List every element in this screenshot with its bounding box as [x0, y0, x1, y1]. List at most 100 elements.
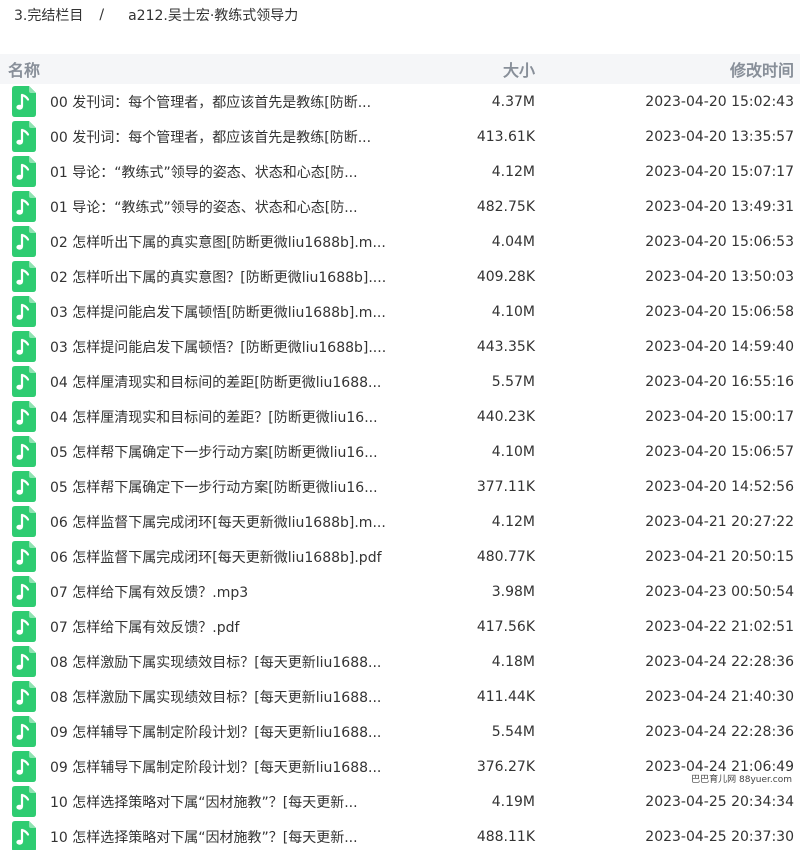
file-modified-time: 2023-04-20 13:50:03	[645, 268, 794, 285]
file-size: 5.54M	[491, 723, 535, 740]
file-name[interactable]: 07 怎样给下属有效反馈？.mp3	[50, 582, 400, 602]
file-name[interactable]: 03 怎样提问能启发下属顿悟？[防断更微liu1688b]....	[50, 337, 400, 357]
music-file-icon	[12, 786, 36, 817]
file-modified-time: 2023-04-21 20:27:22	[645, 513, 794, 530]
file-size: 3.98M	[491, 583, 535, 600]
file-size: 4.12M	[491, 163, 535, 180]
file-size: 376.27K	[476, 758, 535, 775]
file-row[interactable]: 06 怎样监督下属完成闭环[每天更新微liu1688b].pdf 480.77K…	[0, 539, 800, 574]
file-name[interactable]: 02 怎样听出下属的真实意图？[防断更微liu1688b]....	[50, 267, 400, 287]
file-modified-time: 2023-04-20 15:00:17	[645, 408, 794, 425]
file-name[interactable]: 10 怎样选择策略对下属“因材施教”？[每天更新...	[50, 827, 400, 847]
file-modified-time: 2023-04-20 15:06:53	[645, 233, 794, 250]
file-modified-time: 2023-04-20 15:06:57	[645, 443, 794, 460]
file-row[interactable]: 08 怎样激励下属实现绩效目标？[每天更新liu1688... 4.18M 20…	[0, 644, 800, 679]
file-row[interactable]: 02 怎样听出下属的真实意图[防断更微liu1688b].m... 4.04M …	[0, 224, 800, 259]
music-file-icon	[12, 681, 36, 712]
music-file-icon	[12, 366, 36, 397]
file-size: 443.35K	[476, 338, 535, 355]
file-modified-time: 2023-04-20 15:06:58	[645, 303, 794, 320]
breadcrumb-separator: /	[99, 7, 105, 23]
file-row[interactable]: 06 怎样监督下属完成闭环[每天更新微liu1688b].m... 4.12M …	[0, 504, 800, 539]
file-row[interactable]: 03 怎样提问能启发下属顿悟[防断更微liu1688b].m... 4.10M …	[0, 294, 800, 329]
file-modified-time: 2023-04-24 21:40:30	[645, 688, 794, 705]
column-header-name[interactable]: 名称	[8, 57, 40, 81]
file-name[interactable]: 00 发刊词：每个管理者，都应该首先是教练[防断...	[50, 92, 400, 112]
file-name[interactable]: 03 怎样提问能启发下属顿悟[防断更微liu1688b].m...	[50, 302, 400, 322]
file-name[interactable]: 04 怎样厘清现实和目标间的差距？[防断更微liu16...	[50, 407, 400, 427]
file-modified-time: 2023-04-22 21:02:51	[645, 618, 794, 635]
file-row[interactable]: 07 怎样给下属有效反馈？.pdf 417.56K 2023-04-22 21:…	[0, 609, 800, 644]
file-row[interactable]: 10 怎样选择策略对下属“因材施教”？[每天更新... 4.19M 2023-0…	[0, 784, 800, 819]
music-file-icon	[12, 121, 36, 152]
file-modified-time: 2023-04-20 14:59:40	[645, 338, 794, 355]
file-name[interactable]: 02 怎样听出下属的真实意图[防断更微liu1688b].m...	[50, 232, 400, 252]
file-row[interactable]: 08 怎样激励下属实现绩效目标？[每天更新liu1688... 411.44K …	[0, 679, 800, 714]
file-name[interactable]: 07 怎样给下属有效反馈？.pdf	[50, 617, 400, 637]
file-modified-time: 2023-04-24 21:06:49	[645, 758, 794, 775]
column-header-size[interactable]: 大小	[503, 57, 535, 81]
file-name[interactable]: 09 怎样辅导下属制定阶段计划？[每天更新liu1688...	[50, 722, 400, 742]
music-file-icon	[12, 541, 36, 572]
file-name[interactable]: 08 怎样激励下属实现绩效目标？[每天更新liu1688...	[50, 652, 400, 672]
music-file-icon	[12, 716, 36, 747]
file-row[interactable]: 02 怎样听出下属的真实意图？[防断更微liu1688b].... 409.28…	[0, 259, 800, 294]
file-size: 4.10M	[491, 443, 535, 460]
file-row[interactable]: 05 怎样帮下属确定下一步行动方案[防断更微liu16... 4.10M 202…	[0, 434, 800, 469]
file-row[interactable]: 04 怎样厘清现实和目标间的差距？[防断更微liu16... 440.23K 2…	[0, 399, 800, 434]
file-row[interactable]: 01 导论：“教练式”领导的姿态、状态和心态[防... 4.12M 2023-0…	[0, 154, 800, 189]
file-row[interactable]: 09 怎样辅导下属制定阶段计划？[每天更新liu1688... 376.27K …	[0, 749, 800, 784]
file-modified-time: 2023-04-25 20:34:34	[645, 793, 794, 810]
file-row[interactable]: 10 怎样选择策略对下属“因材施教”？[每天更新... 488.11K 2023…	[0, 819, 800, 850]
file-size: 482.75K	[476, 198, 535, 215]
file-name[interactable]: 06 怎样监督下属完成闭环[每天更新微liu1688b].m...	[50, 512, 400, 532]
file-size: 377.11K	[476, 478, 535, 495]
breadcrumb-parent[interactable]: 3.完结栏目	[0, 5, 83, 25]
music-file-icon	[12, 86, 36, 117]
music-file-icon	[12, 611, 36, 642]
file-modified-time: 2023-04-24 22:28:36	[645, 723, 794, 740]
column-header-modified[interactable]: 修改时间	[730, 57, 794, 81]
file-name[interactable]: 04 怎样厘清现实和目标间的差距[防断更微liu1688...	[50, 372, 400, 392]
file-size: 411.44K	[476, 688, 535, 705]
file-row[interactable]: 03 怎样提问能启发下属顿悟？[防断更微liu1688b].... 443.35…	[0, 329, 800, 364]
file-size: 480.77K	[476, 548, 535, 565]
file-size: 4.12M	[491, 513, 535, 530]
file-row[interactable]: 09 怎样辅导下属制定阶段计划？[每天更新liu1688... 5.54M 20…	[0, 714, 800, 749]
file-row[interactable]: 01 导论：“教练式”领导的姿态、状态和心态[防... 482.75K 2023…	[0, 189, 800, 224]
music-file-icon	[12, 646, 36, 677]
file-row[interactable]: 00 发刊词：每个管理者，都应该首先是教练[防断... 413.61K 2023…	[0, 119, 800, 154]
file-size: 4.18M	[491, 653, 535, 670]
watermark: 巴巴育儿网 88yuer.com	[689, 774, 794, 786]
file-size: 4.37M	[491, 93, 535, 110]
file-name[interactable]: 09 怎样辅导下属制定阶段计划？[每天更新liu1688...	[50, 757, 400, 777]
file-row[interactable]: 04 怎样厘清现实和目标间的差距[防断更微liu1688... 5.57M 20…	[0, 364, 800, 399]
file-name[interactable]: 06 怎样监督下属完成闭环[每天更新微liu1688b].pdf	[50, 547, 400, 567]
file-name[interactable]: 01 导论：“教练式”领导的姿态、状态和心态[防...	[50, 197, 400, 217]
file-size: 440.23K	[476, 408, 535, 425]
file-size: 4.19M	[491, 793, 535, 810]
file-name[interactable]: 05 怎样帮下属确定下一步行动方案[防断更微liu16...	[50, 442, 400, 462]
file-name[interactable]: 00 发刊词：每个管理者，都应该首先是教练[防断...	[50, 127, 400, 147]
music-file-icon	[12, 506, 36, 537]
file-modified-time: 2023-04-20 16:55:16	[645, 373, 794, 390]
music-file-icon	[12, 191, 36, 222]
music-file-icon	[12, 401, 36, 432]
file-size: 4.04M	[491, 233, 535, 250]
file-name[interactable]: 10 怎样选择策略对下属“因材施教”？[每天更新...	[50, 792, 400, 812]
file-size: 5.57M	[491, 373, 535, 390]
file-row[interactable]: 05 怎样帮下属确定下一步行动方案[防断更微liu16... 377.11K 2…	[0, 469, 800, 504]
music-file-icon	[12, 821, 36, 850]
file-name[interactable]: 05 怎样帮下属确定下一步行动方案[防断更微liu16...	[50, 477, 400, 497]
file-size: 409.28K	[476, 268, 535, 285]
music-file-icon	[12, 331, 36, 362]
file-row[interactable]: 00 发刊词：每个管理者，都应该首先是教练[防断... 4.37M 2023-0…	[0, 84, 800, 119]
file-name[interactable]: 08 怎样激励下属实现绩效目标？[每天更新liu1688...	[50, 687, 400, 707]
file-modified-time: 2023-04-24 22:28:36	[645, 653, 794, 670]
file-name[interactable]: 01 导论：“教练式”领导的姿态、状态和心态[防...	[50, 162, 400, 182]
file-modified-time: 2023-04-20 13:49:31	[645, 198, 794, 215]
file-row[interactable]: 07 怎样给下属有效反馈？.mp3 3.98M 2023-04-23 00:50…	[0, 574, 800, 609]
file-modified-time: 2023-04-20 13:35:57	[645, 128, 794, 145]
music-file-icon	[12, 471, 36, 502]
music-file-icon	[12, 156, 36, 187]
